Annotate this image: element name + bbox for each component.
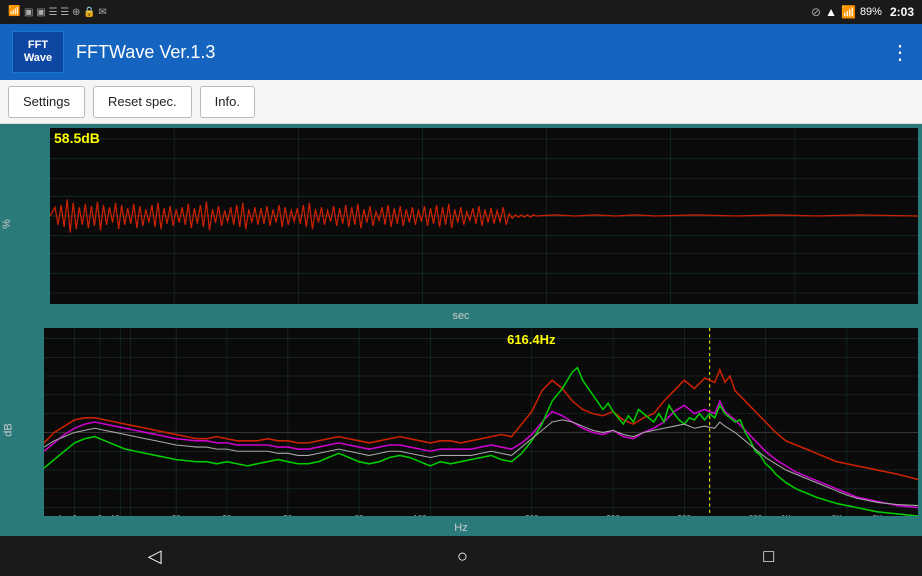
svg-text:300: 300 (606, 514, 620, 516)
svg-text:50: 50 (283, 514, 292, 516)
svg-text:800: 800 (749, 514, 763, 516)
fft-chart-svg: 80 70 60 50 40 30 20 10 0 -10 -20 4 6 9 … (44, 328, 918, 516)
logo-line1: FFT (28, 39, 48, 52)
charts-area: 58.5dB % sec 100 75 50 (0, 124, 922, 536)
reset-spec-button[interactable]: Reset spec. (93, 86, 192, 118)
status-bar: 📶 ▣ ▣ ☰ ☰ ⊕ 🔒 ✉ ⊘ ▲ 📶 89% 2:03 (0, 0, 922, 24)
wave-chart-svg: 100 75 50 25 0 -25 -50 -75 -100 0.00 0.1… (50, 128, 918, 304)
svg-text:10: 10 (111, 514, 120, 516)
wave-db-label: 58.5dB (54, 130, 100, 146)
nav-bar: ◁ ○ □ (0, 536, 922, 576)
svg-text:200: 200 (525, 514, 539, 516)
svg-text:20: 20 (172, 514, 181, 516)
signal-icon: 📶 (841, 5, 856, 19)
battery-label: 89% (860, 6, 882, 18)
fft-y-axis-label: dB (3, 423, 15, 436)
svg-text:30: 30 (222, 514, 231, 516)
svg-text:500: 500 (677, 514, 691, 516)
status-icons-left: 📶 ▣ ▣ ☰ ☰ ⊕ 🔒 ✉ (8, 6, 107, 18)
svg-text:9: 9 (98, 514, 103, 516)
fft-x-axis-label: Hz (454, 522, 467, 534)
wave-chart: 58.5dB % sec 100 75 50 (0, 124, 922, 324)
carrier-icons: ▣ ▣ ☰ ☰ ⊕ 🔒 ✉ (24, 7, 107, 18)
toolbar: Settings Reset spec. Info. (0, 80, 922, 124)
menu-button[interactable]: ⋮ (890, 40, 910, 65)
svg-text:3K: 3K (872, 514, 882, 516)
wave-x-axis-label: sec (452, 310, 469, 322)
svg-text:2K: 2K (832, 514, 842, 516)
logo-line2: Wave (24, 52, 52, 65)
info-button[interactable]: Info. (200, 86, 255, 118)
status-icons-right: ⊘ ▲ 📶 89% 2:03 (811, 5, 914, 19)
settings-button[interactable]: Settings (8, 86, 85, 118)
wifi-signal-icon: ▲ (825, 5, 837, 19)
svg-text:100: 100 (413, 514, 427, 516)
svg-text:1K: 1K (781, 514, 791, 516)
app-title: FFTWave Ver.1.3 (76, 42, 890, 63)
fft-chart: 616.4Hz dB Hz (0, 324, 922, 536)
back-button[interactable]: ◁ (148, 546, 162, 567)
home-button[interactable]: ○ (457, 546, 468, 567)
fft-freq-label: 616.4Hz (507, 332, 555, 347)
svg-text:6: 6 (72, 514, 77, 516)
title-bar: FFT Wave FFTWave Ver.1.3 ⋮ (0, 24, 922, 80)
time-label: 2:03 (890, 5, 914, 19)
app-logo: FFT Wave (12, 31, 64, 73)
wifi-icon: 📶 (8, 6, 20, 18)
recent-button[interactable]: □ (763, 546, 774, 567)
block-icon: ⊘ (811, 5, 821, 19)
wave-y-axis-label: % (1, 219, 13, 229)
svg-text:80: 80 (355, 514, 364, 516)
svg-text:4: 4 (57, 514, 62, 516)
